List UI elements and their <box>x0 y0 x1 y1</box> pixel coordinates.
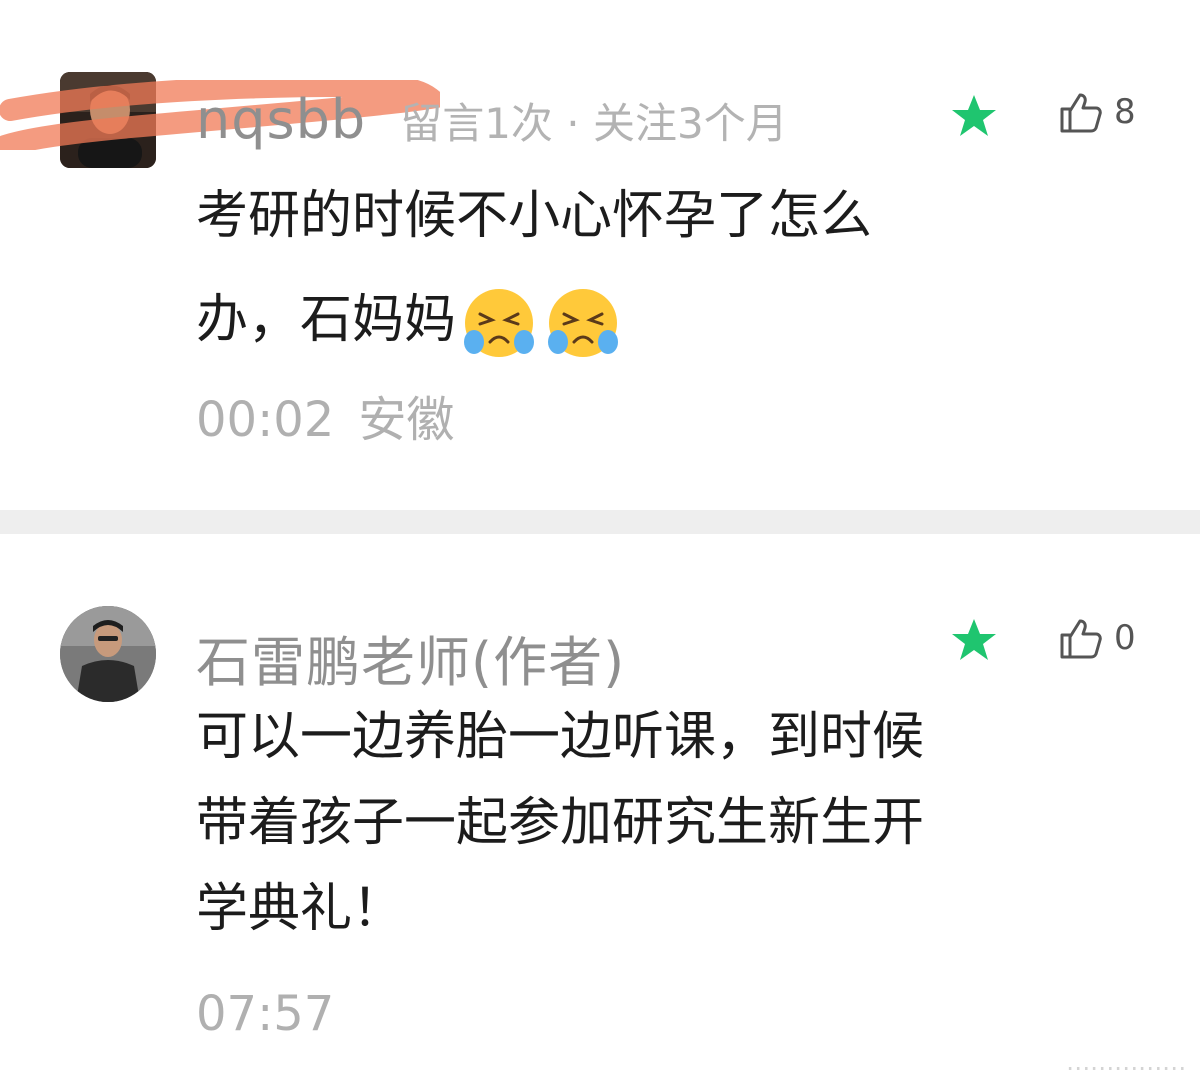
comment-text-line-with-emoji: 办，石妈妈 <box>196 268 1126 372</box>
emoji-group <box>460 284 622 362</box>
comment-location: 安徽 <box>358 392 455 448</box>
author-avatar[interactable] <box>60 606 156 702</box>
comment-header: 石雷鹏老师(作者) <box>196 618 625 694</box>
comment-footer: 07:57 <box>196 986 334 1042</box>
like-button[interactable]: 8 <box>1058 86 1136 138</box>
avatar-photo <box>60 606 156 702</box>
loudly-crying-face-icon <box>548 289 619 357</box>
comment-header: nqsbb 留言1次 · 关注3个月 <box>196 88 788 151</box>
loudly-crying-face-icon <box>464 289 535 357</box>
section-divider <box>0 510 1200 534</box>
avatar-photo <box>60 72 156 168</box>
comment-text-line: 学典礼！ <box>196 879 405 939</box>
like-button[interactable]: 0 <box>1058 612 1136 664</box>
comment-text-line: 办，石妈妈 <box>196 290 457 350</box>
comment-text-line: 可以一边养胎一边听课，到时候 <box>196 707 925 767</box>
user-meta: 留言1次 · 关注3个月 <box>400 99 788 148</box>
star-icon[interactable] <box>950 92 998 140</box>
user-avatar[interactable] <box>60 72 156 168</box>
like-count: 0 <box>1114 618 1136 658</box>
star-icon[interactable] <box>950 616 998 664</box>
author-name[interactable]: 石雷鹏老师(作者) <box>196 618 625 697</box>
comment-footer: 00:02 安徽 <box>196 380 454 450</box>
comment-time: 00:02 <box>196 392 335 448</box>
comment-text: 可以一边养胎一边听课，到时候 带着孩子一起参加研究生新生开 学典礼！ <box>196 694 1126 952</box>
username[interactable]: nqsbb <box>196 88 366 151</box>
comment-text: 考研的时候不小心怀孕了怎么 办，石妈妈 <box>196 164 1126 372</box>
comment-text-line: 考研的时候不小心怀孕了怎么 <box>196 186 873 246</box>
comment-item: nqsbb 留言1次 · 关注3个月 8 考研的时候不小心怀孕了怎么 办，石妈妈 <box>0 0 1200 510</box>
comment-time: 07:57 <box>196 986 335 1042</box>
thumbs-up-icon <box>1060 93 1102 133</box>
thumbs-up-icon <box>1060 619 1102 659</box>
comment-item: 石雷鹏老师(作者) 0 可以一边养胎一边听课，到时候 带着孩子一起参加研究生新生… <box>0 534 1200 1092</box>
watermark: ⋯⋯⋯⋯⋯ <box>1066 1054 1186 1082</box>
like-count: 8 <box>1114 92 1136 132</box>
comment-text-line: 带着孩子一起参加研究生新生开 <box>196 793 925 853</box>
